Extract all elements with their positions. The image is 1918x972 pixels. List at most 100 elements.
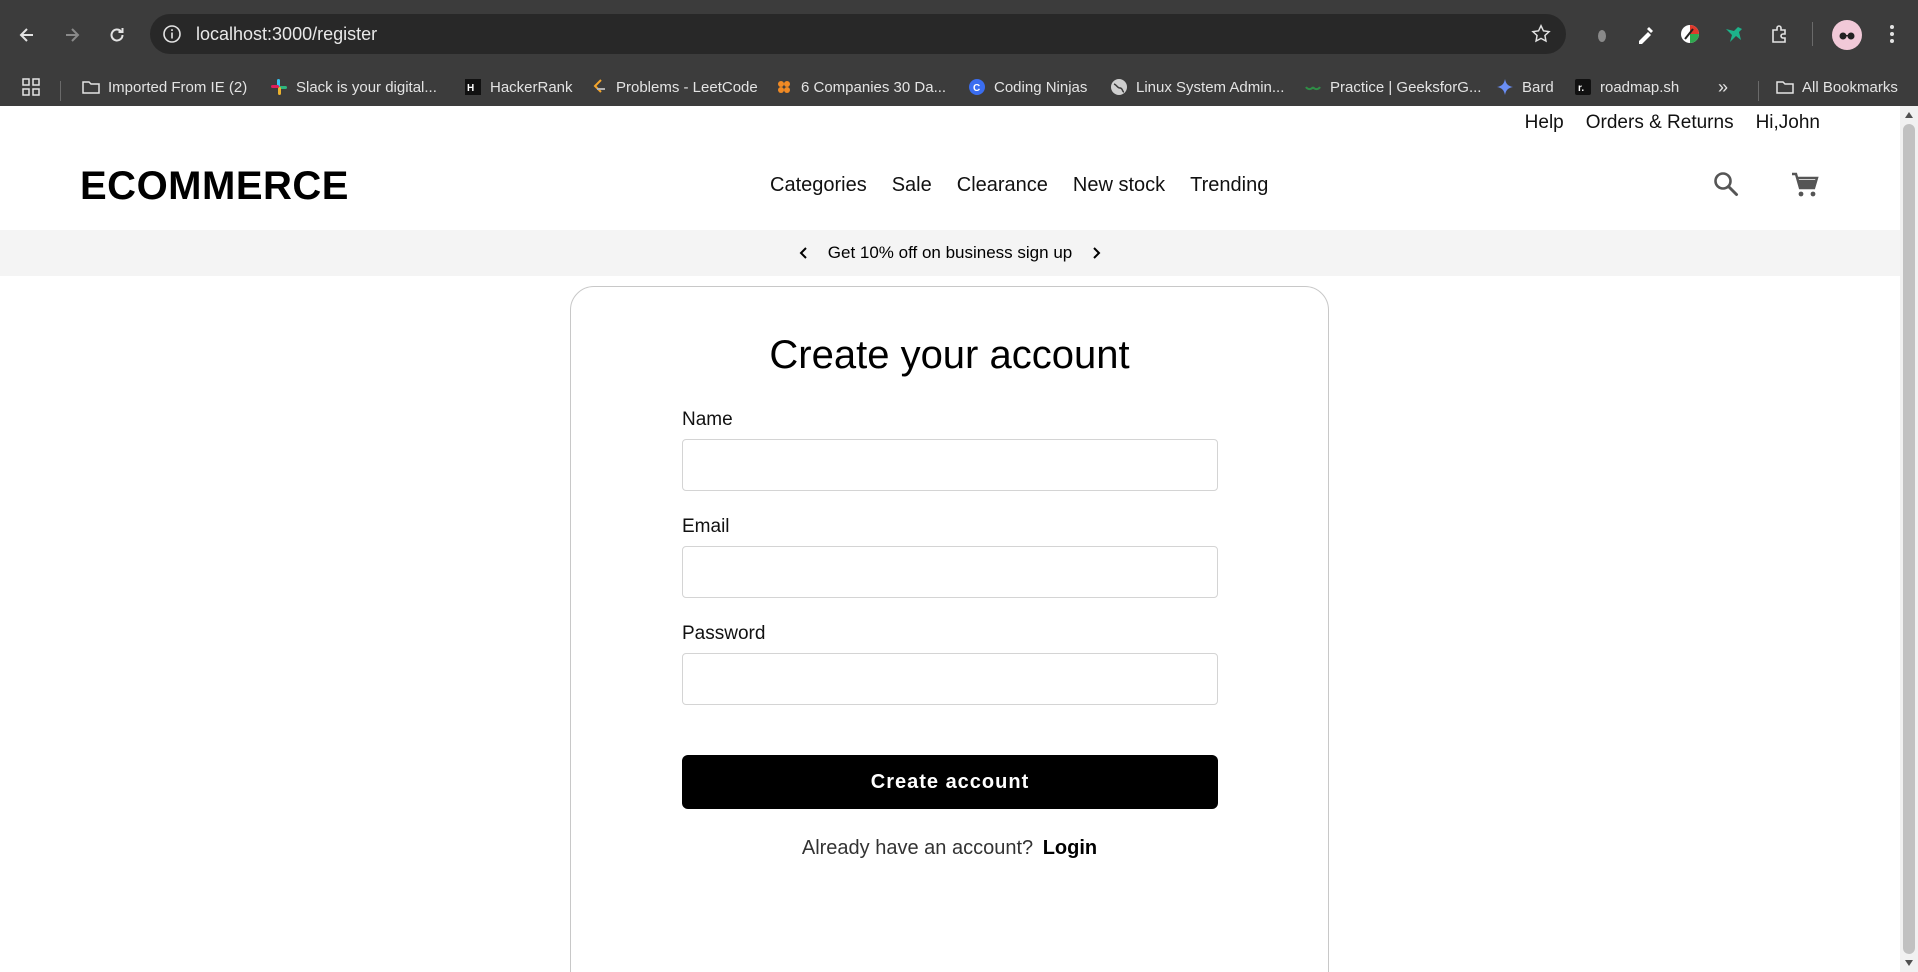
bookmark-roadmap[interactable]: r. roadmap.sh bbox=[1574, 75, 1679, 99]
scrollbar-thumb[interactable] bbox=[1903, 124, 1915, 954]
bookmark-bard[interactable]: Bard bbox=[1496, 75, 1554, 99]
slack-icon bbox=[270, 78, 288, 96]
chevron-right-icon[interactable] bbox=[1088, 245, 1104, 261]
login-link[interactable]: Login bbox=[1043, 837, 1097, 859]
reload-button[interactable] bbox=[100, 18, 134, 52]
create-account-button[interactable]: Create account bbox=[682, 755, 1218, 809]
lamp-icon bbox=[1598, 30, 1606, 42]
cart-icon[interactable] bbox=[1790, 170, 1820, 200]
folder-icon bbox=[1776, 78, 1794, 96]
toolbar-divider bbox=[1812, 22, 1813, 46]
color-wheel-icon bbox=[1681, 25, 1699, 43]
bookmark-linux-admin[interactable]: Linux System Admin... bbox=[1110, 75, 1284, 99]
name-input[interactable] bbox=[682, 439, 1218, 491]
chevron-double-right-icon: » bbox=[1718, 76, 1729, 97]
extension-eyedropper[interactable] bbox=[1632, 20, 1660, 48]
bookmark-geeksforgeeks[interactable]: Practice | GeeksforG... bbox=[1304, 75, 1481, 99]
more-bookmarks-button[interactable]: » bbox=[1718, 75, 1728, 99]
bookmark-label: Coding Ninjas bbox=[994, 78, 1088, 96]
name-label: Name bbox=[682, 409, 733, 430]
chevron-left-icon[interactable] bbox=[796, 245, 812, 261]
forward-button[interactable] bbox=[55, 18, 89, 52]
reload-icon bbox=[110, 28, 124, 42]
browser-menu-button[interactable] bbox=[1880, 20, 1904, 48]
bookmark-6-companies[interactable]: 6 Companies 30 Da... bbox=[775, 75, 946, 99]
bookmark-star-icon[interactable] bbox=[1530, 23, 1552, 45]
bookmark-label: roadmap.sh bbox=[1600, 78, 1680, 96]
address-bar[interactable]: localhost:3000/register bbox=[150, 14, 1566, 54]
hackerrank-icon: H bbox=[464, 78, 482, 96]
all-bookmarks-button[interactable]: All Bookmarks bbox=[1776, 75, 1898, 99]
bookmark-slack[interactable]: Slack is your digital... bbox=[270, 75, 437, 99]
browser-toolbar: localhost:3000/register bbox=[0, 0, 1918, 67]
bookmark-coding-ninjas[interactable]: C Coding Ninjas bbox=[968, 75, 1087, 99]
bookmark-leetcode[interactable]: Problems - LeetCode bbox=[590, 75, 758, 99]
site-info-icon[interactable] bbox=[162, 24, 182, 44]
back-button[interactable] bbox=[10, 18, 44, 52]
profile-avatar[interactable] bbox=[1832, 20, 1862, 50]
nav-trending[interactable]: Trending bbox=[1190, 174, 1268, 197]
url-text[interactable]: localhost:3000/register bbox=[196, 24, 377, 44]
folder-icon bbox=[82, 78, 100, 96]
email-input[interactable] bbox=[682, 546, 1218, 598]
roadmap-icon: r. bbox=[1574, 78, 1592, 96]
bookmark-label: Slack is your digital... bbox=[296, 78, 437, 96]
register-card: Create your account Name Email Password … bbox=[570, 286, 1329, 972]
arrow-right-icon bbox=[66, 28, 80, 42]
bookmark-label: Problems - LeetCode bbox=[616, 78, 758, 96]
scroll-down-icon[interactable] bbox=[1905, 960, 1913, 966]
extension-green[interactable] bbox=[1720, 20, 1748, 48]
nav-sale[interactable]: Sale bbox=[892, 174, 932, 197]
svg-text:r.: r. bbox=[1578, 83, 1584, 94]
glasses-avatar-icon bbox=[1839, 32, 1855, 40]
page-viewport: Help Orders & Returns Hi,John ECOMMERCE … bbox=[0, 106, 1900, 972]
bookmarks-bar: Imported From IE (2) Slack is your digit… bbox=[0, 67, 1918, 106]
promo-text: Get 10% off on business sign up bbox=[827, 243, 1073, 262]
scroll-up-icon[interactable] bbox=[1905, 112, 1913, 118]
svg-text:H: H bbox=[467, 83, 474, 94]
bookmark-hackerrank[interactable]: H HackerRank bbox=[464, 75, 573, 99]
nav-categories[interactable]: Categories bbox=[770, 174, 867, 197]
user-greeting[interactable]: Hi,John bbox=[1756, 112, 1820, 134]
svg-text:C: C bbox=[973, 83, 980, 94]
eyedropper-icon bbox=[1639, 27, 1653, 44]
extensions-button[interactable] bbox=[1766, 20, 1794, 48]
apps-grid-icon bbox=[22, 78, 40, 96]
globe-icon bbox=[1110, 78, 1128, 96]
arrow-left-icon bbox=[19, 28, 33, 42]
companies-icon bbox=[775, 78, 793, 96]
extension-lamp[interactable] bbox=[1588, 20, 1616, 48]
extension-color[interactable] bbox=[1676, 20, 1704, 48]
puzzle-icon bbox=[1772, 25, 1786, 43]
bookmark-label: HackerRank bbox=[490, 78, 573, 96]
brand-logo[interactable]: ECOMMERCE bbox=[80, 164, 349, 209]
form-title: Create your account bbox=[769, 333, 1130, 377]
login-prompt-text: Already have an account? bbox=[801, 837, 1034, 859]
bookmark-label: Linux System Admin... bbox=[1136, 78, 1285, 96]
bookmarks-divider bbox=[1758, 81, 1759, 101]
help-link[interactable]: Help bbox=[1525, 112, 1564, 134]
bookmark-label: Imported From IE (2) bbox=[108, 78, 248, 96]
bookmarks-divider bbox=[60, 81, 61, 101]
promo-banner: Get 10% off on business sign up bbox=[0, 230, 1900, 276]
page-scrollbar[interactable] bbox=[1900, 106, 1918, 972]
bookmark-label: Practice | GeeksforG... bbox=[1330, 78, 1482, 96]
nav-new-stock[interactable]: New stock bbox=[1073, 174, 1165, 197]
apps-button[interactable] bbox=[22, 75, 40, 99]
browser-chrome: localhost:3000/register Imported From IE… bbox=[0, 0, 1918, 106]
codingninjas-icon: C bbox=[968, 78, 986, 96]
kebab-menu-icon bbox=[1890, 25, 1894, 43]
all-bookmarks-label: All Bookmarks bbox=[1802, 78, 1898, 96]
bard-icon bbox=[1496, 78, 1514, 96]
login-prompt: Already have an account? Login bbox=[571, 837, 1328, 860]
bookmark-imported-from-ie[interactable]: Imported From IE (2) bbox=[82, 75, 247, 99]
password-input[interactable] bbox=[682, 653, 1218, 705]
email-label: Email bbox=[682, 516, 730, 537]
search-icon[interactable] bbox=[1712, 170, 1740, 198]
main-nav: Categories Sale Clearance New stock Tren… bbox=[770, 174, 1268, 197]
leetcode-icon bbox=[590, 78, 608, 96]
bookmark-label: Bard bbox=[1522, 78, 1554, 96]
password-label: Password bbox=[682, 623, 766, 644]
nav-clearance[interactable]: Clearance bbox=[957, 174, 1048, 197]
orders-returns-link[interactable]: Orders & Returns bbox=[1586, 112, 1734, 134]
